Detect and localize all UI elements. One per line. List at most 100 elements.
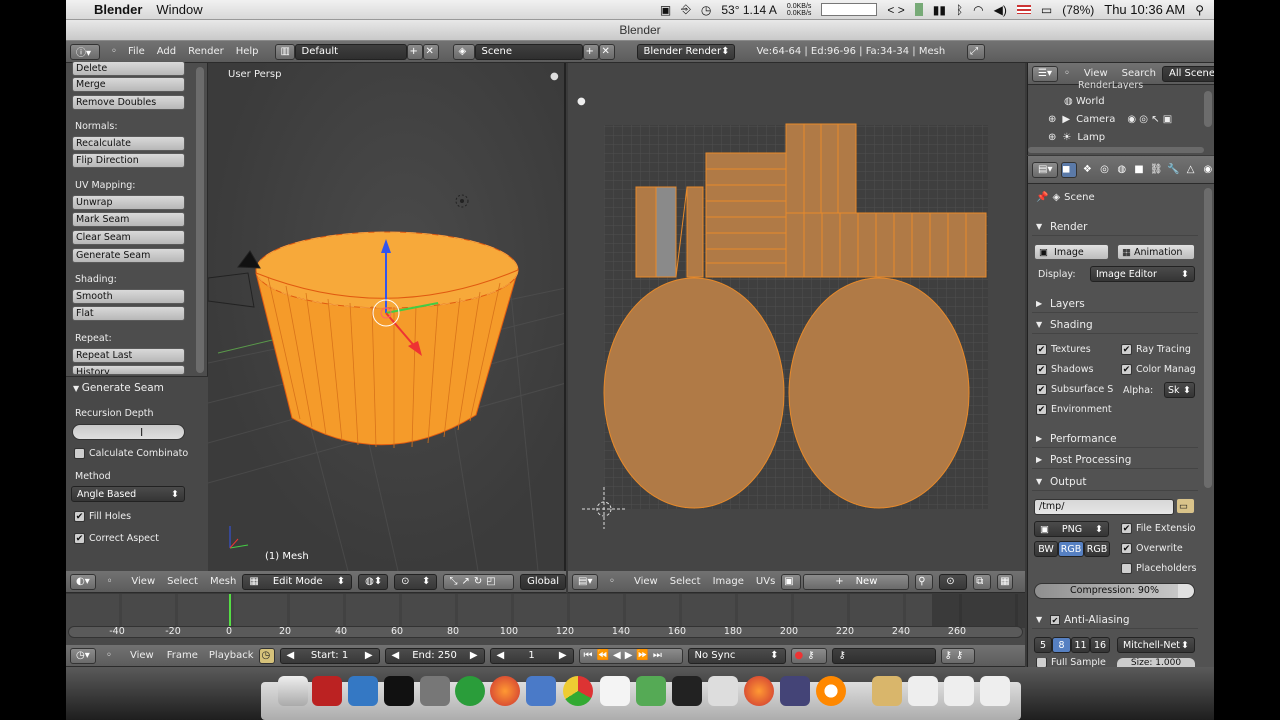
insert-key-icon[interactable]: ⚷ xyxy=(945,650,952,661)
color-rgb-button[interactable]: RGB xyxy=(1058,541,1084,557)
whatsapp-icon[interactable] xyxy=(455,676,485,706)
anti-aliasing-checkbox[interactable]: ✔ xyxy=(1050,615,1060,625)
keying-icon[interactable]: ⚷ xyxy=(807,650,814,661)
collapse-menu-icon[interactable]: ◦ xyxy=(604,574,620,590)
compression-slider[interactable]: Compression: 90% xyxy=(1034,583,1195,599)
3d-menu-mesh[interactable]: Mesh xyxy=(210,576,236,587)
tab-layers-icon[interactable]: ❖ xyxy=(1080,162,1094,178)
document-icon[interactable] xyxy=(600,676,630,706)
environment-checkbox[interactable]: ✔ Environment xyxy=(1036,404,1112,415)
start-frame-field[interactable]: ◀ Start: 1 ▶ xyxy=(279,647,380,664)
blender-app-icon[interactable] xyxy=(816,676,846,706)
play-reverse-icon[interactable]: ◀ xyxy=(613,650,621,661)
end-frame-field[interactable]: ◀ End: 250 ▶ xyxy=(384,647,485,664)
correct-aspect-checkbox[interactable]: ✔ Correct Aspect xyxy=(74,533,159,544)
tab-render-icon[interactable]: ◼ xyxy=(1061,161,1078,178)
collapse-menu-icon[interactable]: ◦ xyxy=(101,648,117,664)
lamp-object[interactable] xyxy=(455,194,469,208)
panel-layers-header[interactable]: ▶ Layers xyxy=(1032,295,1198,313)
delete-button[interactable]: Delete xyxy=(72,61,185,76)
jump-end-icon[interactable]: ⏭ xyxy=(653,650,662,661)
viewport-3d[interactable]: User Persp ● (1) Mesh xyxy=(208,63,566,571)
tab-material-icon[interactable]: ◉ xyxy=(1201,162,1214,178)
menu-help[interactable]: Help xyxy=(236,46,259,57)
screen-layout-icon[interactable]: ▥ xyxy=(274,43,295,60)
smooth-button[interactable]: Smooth xyxy=(72,289,185,304)
display-mode-select[interactable]: All Scenes xyxy=(1161,65,1214,82)
ray-tracing-checkbox[interactable]: ✔ Ray Tracing xyxy=(1121,344,1191,355)
collapse-menu-icon[interactable]: ◦ xyxy=(1064,66,1070,82)
file-format-select[interactable]: ▣ PNG ⬍ xyxy=(1034,521,1109,537)
remove-doubles-button[interactable]: Remove Doubles xyxy=(72,95,185,110)
folder-2-icon[interactable] xyxy=(908,676,938,706)
folder-icon[interactable] xyxy=(872,676,902,706)
pin-image-icon[interactable]: ⚲ xyxy=(915,573,934,590)
repeat-last-button[interactable]: Repeat Last xyxy=(72,348,185,363)
editor-type-3d-icon[interactable]: ◐▾ xyxy=(70,573,96,590)
chat-app-icon[interactable] xyxy=(348,676,378,706)
camera-icon[interactable]: ▣ xyxy=(660,3,671,17)
menu-render[interactable]: Render xyxy=(188,46,224,57)
alpha-select[interactable]: Sk ⬍ xyxy=(1164,382,1195,398)
jump-start-icon[interactable]: ⏮ xyxy=(584,650,593,661)
flag-icon[interactable] xyxy=(1016,5,1031,14)
tab-modifiers-icon[interactable]: 🔧 xyxy=(1166,162,1180,178)
image-browse-icon[interactable]: ▣ xyxy=(781,573,802,590)
aa-samples-8[interactable]: 8 xyxy=(1052,637,1071,653)
scene-field[interactable]: Scene xyxy=(474,43,583,60)
panel-render-header[interactable]: ▼ Render xyxy=(1032,218,1198,236)
panel-post-processing-header[interactable]: ▶ Post Processing xyxy=(1032,451,1198,469)
outliner-item-render-layers[interactable]: RenderLayers xyxy=(1078,80,1143,89)
display-select[interactable]: Image Editor ⬍ xyxy=(1090,266,1195,282)
fb-app-icon[interactable] xyxy=(672,676,702,706)
flip-direction-button[interactable]: Flip Direction xyxy=(72,153,185,168)
activity-monitor-icon[interactable] xyxy=(420,676,450,706)
play-icon[interactable]: ▶ xyxy=(625,650,633,661)
editor-type-properties-icon[interactable]: ▤▾ xyxy=(1032,161,1058,178)
aa-filter-select[interactable]: Mitchell-Net ⬍ xyxy=(1117,637,1195,653)
menu-window[interactable]: Window xyxy=(156,2,202,17)
time-machine-icon[interactable]: ◷ xyxy=(701,3,711,17)
color-bw-button[interactable]: BW xyxy=(1034,541,1058,557)
3d-menu-view[interactable]: View xyxy=(131,576,155,587)
tab-world-icon[interactable]: ◍ xyxy=(1115,162,1129,178)
layout-field[interactable]: Default xyxy=(294,43,407,60)
next-key-icon[interactable]: ⏩ xyxy=(636,650,648,661)
manipulator-buttons[interactable]: ⤡ ↗ ↻ ◰ xyxy=(443,573,515,590)
volume-icon[interactable]: ◀) xyxy=(994,3,1007,17)
3d-menu-select[interactable]: Select xyxy=(167,576,198,587)
editor-type-uv-icon[interactable]: ▤▾ xyxy=(572,573,598,590)
recursion-depth-field[interactable] xyxy=(72,424,185,440)
photo-app-icon[interactable] xyxy=(780,676,810,706)
uv-sync-icon[interactable]: ▦ xyxy=(997,573,1014,590)
scene-icon[interactable]: ◈ xyxy=(452,43,475,60)
generate-seam-button[interactable]: Generate Seam xyxy=(72,248,185,263)
xcode-icon[interactable] xyxy=(526,676,556,706)
prev-key-icon[interactable]: ⏪ xyxy=(597,650,609,661)
record-buttons[interactable]: ● ⚷ xyxy=(790,647,827,664)
tab-object-icon[interactable]: ■ xyxy=(1132,162,1146,178)
terminal-app-icon[interactable] xyxy=(384,676,414,706)
history-button[interactable]: History xyxy=(72,365,185,375)
operator-panel-header[interactable]: ▼ Generate Seam xyxy=(73,382,164,394)
panel-output-header[interactable]: ▼ Output xyxy=(1032,473,1198,491)
outliner-item-lamp[interactable]: ⊕ ☀ Lamp xyxy=(1048,132,1105,143)
method-select[interactable]: Angle Based ⬍ xyxy=(71,486,185,502)
add-layout-icon[interactable]: + xyxy=(406,43,423,60)
mark-seam-button[interactable]: Mark Seam xyxy=(72,212,185,227)
browse-folder-icon[interactable]: ▭ xyxy=(1176,498,1195,514)
recalculate-button[interactable]: Recalculate xyxy=(72,136,185,151)
clear-seam-button[interactable]: Clear Seam xyxy=(72,230,185,245)
file-extensions-checkbox[interactable]: ✔ File Extensio xyxy=(1121,523,1196,534)
delete-key-icon[interactable]: ⚷ xyxy=(956,650,963,661)
add-scene-icon[interactable]: + xyxy=(582,43,599,60)
keying-set-field[interactable]: ⚷ xyxy=(831,647,936,664)
outliner-scrollbar[interactable] xyxy=(1204,91,1212,127)
fullscreen-icon[interactable]: ⤢ xyxy=(967,43,986,60)
sync-mode-select[interactable]: No Sync ⬍ xyxy=(687,647,786,664)
aa-samples-16[interactable]: 16 xyxy=(1090,637,1110,653)
aa-samples-11[interactable]: 11 xyxy=(1071,637,1090,653)
uv-image-editor[interactable]: ● xyxy=(568,63,1025,571)
calculate-checkbox[interactable]: Calculate Combinato xyxy=(74,448,188,459)
trash-icon[interactable] xyxy=(980,676,1010,706)
